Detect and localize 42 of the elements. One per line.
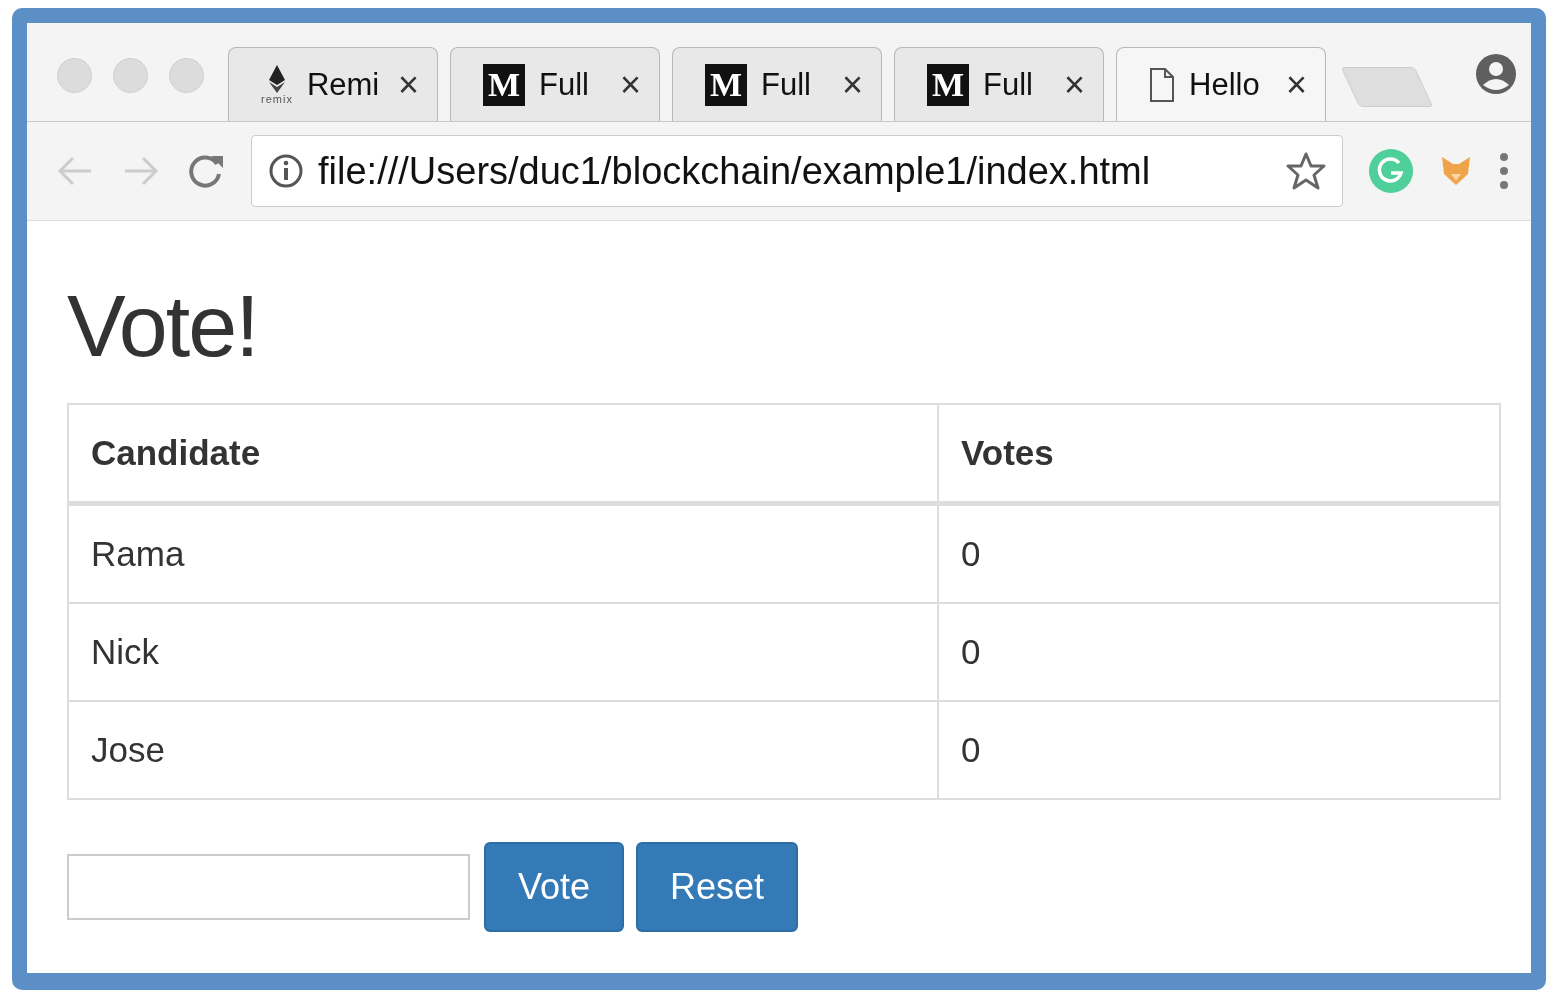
close-icon[interactable]: × [1285,63,1307,106]
close-icon[interactable]: × [841,63,863,106]
grammarly-icon[interactable] [1369,149,1413,193]
profile-icon[interactable] [1475,53,1517,95]
column-header: Candidate [68,404,938,504]
browser-tab[interactable]: M Full × [894,47,1104,121]
column-header: Votes [938,404,1500,504]
tab-title: Full [983,66,1034,103]
medium-logo-icon: M [705,63,747,106]
browser-tab[interactable]: M Full × [672,47,882,121]
table-cell: 0 [938,503,1500,603]
tab-title: Full [539,66,590,103]
fox-icon[interactable] [1439,154,1473,188]
star-icon[interactable] [1286,151,1326,191]
tab-title: Full [761,66,812,103]
window-control-icon[interactable] [57,57,92,93]
table-cell: Jose [68,701,938,799]
page-icon [1149,66,1175,103]
table-cell: 0 [938,701,1500,799]
medium-logo-icon: M [927,63,969,106]
info-icon [268,153,304,189]
tab-title: Remi [306,66,381,103]
table-cell: 0 [938,603,1500,701]
menu-icon[interactable] [1499,152,1509,190]
window-control-icon[interactable] [169,57,204,93]
medium-logo-icon: M [483,63,525,106]
action-button[interactable]: Vote [484,842,625,932]
browser-tab[interactable]: M Full × [450,47,660,121]
candidate-input[interactable] [67,854,470,920]
page-heading: Vote! [67,275,259,377]
browser-tab[interactable]: Hello × [1116,47,1326,121]
close-icon[interactable]: × [1063,63,1085,106]
address-bar[interactable]: file:///Users/duc1/blockchain/example1/index.html [251,135,1343,207]
browser-tab[interactable]: remix Remi × [228,47,438,121]
close-icon[interactable]: × [397,63,419,106]
url-text: file:///Users/duc1/blockchain/example1/index.html [318,149,1152,193]
table-cell: Nick [68,603,938,701]
tab-title: Hello [1189,66,1261,103]
action-button[interactable]: Reset [636,842,799,932]
window-control-icon[interactable] [113,57,148,93]
close-icon[interactable]: × [619,63,641,106]
table-cell: Rama [68,503,938,603]
